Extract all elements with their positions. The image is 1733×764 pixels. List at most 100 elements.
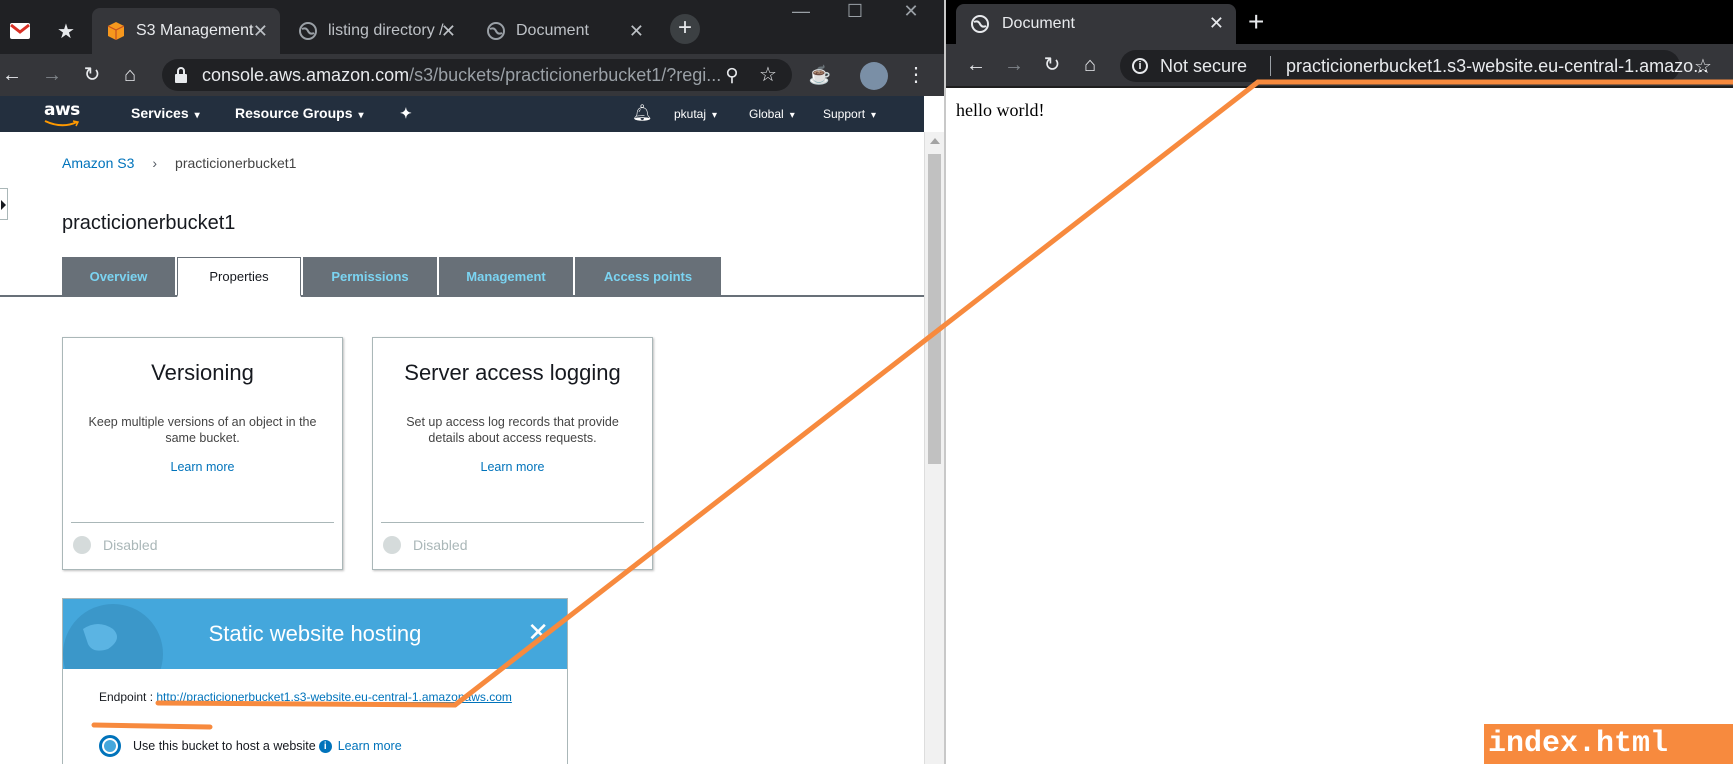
lock-icon [175, 67, 187, 83]
support-menu[interactable]: Support ▾ [823, 107, 876, 121]
endpoint-label: Endpoint : [99, 690, 157, 704]
minimize-button[interactable]: — [776, 0, 826, 24]
profile-avatar[interactable] [860, 62, 888, 90]
card-divider [71, 522, 334, 523]
host-website-label: Use this bucket to host a website [133, 739, 316, 753]
bookmark-star-icon[interactable]: ☆ [756, 63, 780, 87]
forward-icon[interactable]: → [1002, 53, 1026, 77]
services-menu[interactable]: Services ▾ [131, 105, 200, 121]
home-icon[interactable]: ⌂ [1078, 53, 1102, 77]
chevron-down-icon: ▾ [358, 110, 364, 121]
resource-groups-menu[interactable]: Resource Groups ▾ [235, 105, 364, 121]
left-tab-strip: ★ S3 Management ✕ listing directory / ✕ [0, 0, 944, 54]
breadcrumb-separator-icon: › [152, 155, 158, 171]
address-url: practicionerbucket1.s3-website.eu-centra… [1286, 56, 1709, 76]
scroll-thumb[interactable] [928, 154, 941, 464]
close-icon[interactable]: ✕ [441, 21, 456, 42]
chevron-down-icon: ▾ [789, 110, 795, 121]
url-host: console.aws.amazon.com [202, 65, 410, 85]
versioning-card[interactable]: Versioning Keep multiple versions of an … [62, 337, 343, 570]
bookmark-star-icon[interactable]: ☆ [1694, 54, 1712, 79]
tab-label: Document [516, 22, 589, 39]
hosting-learn-more-link[interactable]: Learn more [338, 739, 402, 753]
console-tabs: Overview Properties Permissions Manageme… [0, 257, 924, 297]
user-label: pkutaj [674, 107, 707, 121]
versioning-learn-more-link[interactable]: Learn more [63, 460, 342, 474]
bookmark-pinned-tab[interactable]: ★ [46, 8, 86, 54]
left-address-bar[interactable]: console.aws.amazon.com/s3/buckets/practi… [162, 59, 792, 91]
right-browser-window: Document ✕ + ← → ↻ ⌂ i Not secure practi… [946, 0, 1733, 764]
host-website-radio[interactable] [99, 735, 121, 757]
user-menu[interactable]: pkutaj ▾ [674, 107, 717, 121]
window-close-button[interactable]: ✕ [886, 0, 936, 24]
s3-console-main: Amazon S3 › practicionerbucket1 practicion… [0, 132, 924, 764]
breadcrumb-current: practicionerbucket1 [175, 155, 297, 171]
tab-listing-directory[interactable]: listing directory / ✕ [284, 8, 468, 54]
card-divider [381, 522, 644, 523]
reload-icon[interactable]: ↻ [80, 63, 104, 87]
tab-label: S3 Management [136, 22, 254, 39]
close-icon[interactable]: ✕ [1209, 13, 1224, 34]
breadcrumb-amazon-s3[interactable]: Amazon S3 [62, 155, 134, 171]
info-icon[interactable]: i [1132, 58, 1148, 74]
screenshot-root: ★ S3 Management ✕ listing directory / ✕ [0, 0, 1733, 764]
logging-status-text: Disabled [413, 537, 468, 553]
expand-arrow-icon [1, 200, 6, 210]
tab-document[interactable]: Document ✕ [956, 4, 1236, 44]
side-nav-toggle[interactable] [0, 188, 8, 220]
pin-icon[interactable]: ✦ [400, 105, 412, 122]
maximize-button[interactable]: ☐ [830, 0, 880, 24]
gmail-pinned-tab[interactable] [0, 8, 40, 54]
breadcrumb: Amazon S3 › practicionerbucket1 [62, 155, 296, 171]
logging-title: Server access logging [404, 360, 621, 385]
logging-status: Disabled [383, 536, 467, 554]
home-icon[interactable]: ⌂ [118, 63, 142, 87]
server-access-logging-card[interactable]: Server access logging Set up access log … [372, 337, 653, 570]
reload-icon[interactable]: ↻ [1040, 53, 1064, 77]
region-menu[interactable]: Global ▾ [749, 107, 795, 121]
info-icon[interactable]: i [318, 739, 332, 753]
tab-overview[interactable]: Overview [62, 257, 175, 295]
tab-label: Document [1002, 15, 1075, 32]
zoom-icon[interactable]: ⚲ [720, 63, 744, 87]
tab-s3-management[interactable]: S3 Management ✕ [92, 8, 280, 54]
tab-document[interactable]: Document ✕ [472, 8, 656, 54]
services-label: Services [131, 105, 189, 121]
tab-management[interactable]: Management [439, 257, 573, 295]
new-tab-button[interactable]: + [670, 14, 700, 44]
tab-properties[interactable]: Properties [177, 257, 301, 297]
page-scrollbar[interactable] [924, 132, 944, 764]
index-html-label: index.html [1484, 724, 1733, 764]
menu-kebab-icon[interactable]: ⋮ [904, 63, 928, 87]
page-body-text: hello world! [956, 100, 1045, 120]
close-icon[interactable]: ✕ [629, 21, 644, 42]
bell-icon[interactable]: 🔔︎ [632, 103, 652, 123]
java-extension-icon[interactable]: ☕ [808, 63, 832, 87]
globe-icon [487, 22, 505, 40]
right-toolbar: ← → ↻ ⌂ i Not secure practicionerbucket1… [946, 44, 1733, 88]
forward-icon[interactable]: → [40, 63, 64, 87]
tab-permissions[interactable]: Permissions [303, 257, 437, 295]
omnibox-separator [1270, 56, 1271, 76]
logging-learn-more-link[interactable]: Learn more [373, 460, 652, 474]
right-address-bar[interactable]: i Not secure practicionerbucket1.s3-webs… [1120, 50, 1708, 82]
new-tab-button[interactable]: + [1248, 8, 1264, 36]
static-website-hosting-card: Static website hosting ✕ Endpoint : http… [62, 598, 568, 764]
back-icon[interactable]: ← [0, 63, 24, 87]
back-icon[interactable]: ← [964, 53, 988, 77]
close-icon[interactable]: ✕ [527, 619, 549, 645]
host-website-option[interactable]: Use this bucket to host a website i Lear… [99, 735, 402, 757]
aws-logo[interactable]: aws [44, 100, 84, 128]
resource-groups-label: Resource Groups [235, 105, 353, 121]
right-tab-strip: Document ✕ + [946, 0, 1733, 44]
left-browser-window: ★ S3 Management ✕ listing directory / ✕ [0, 0, 944, 764]
close-icon[interactable]: ✕ [253, 21, 268, 42]
tab-access-points[interactable]: Access points [575, 257, 721, 295]
endpoint-url-link[interactable]: http://practicionerbucket1.s3-website.eu… [156, 690, 512, 704]
versioning-description: Keep multiple versions of an object in t… [88, 415, 317, 445]
aws-box-icon [107, 22, 125, 40]
scroll-up-arrow-icon[interactable] [930, 138, 940, 144]
page-title: practicionerbucket1 [62, 212, 236, 234]
region-label: Global [749, 107, 784, 121]
support-label: Support [823, 107, 866, 121]
